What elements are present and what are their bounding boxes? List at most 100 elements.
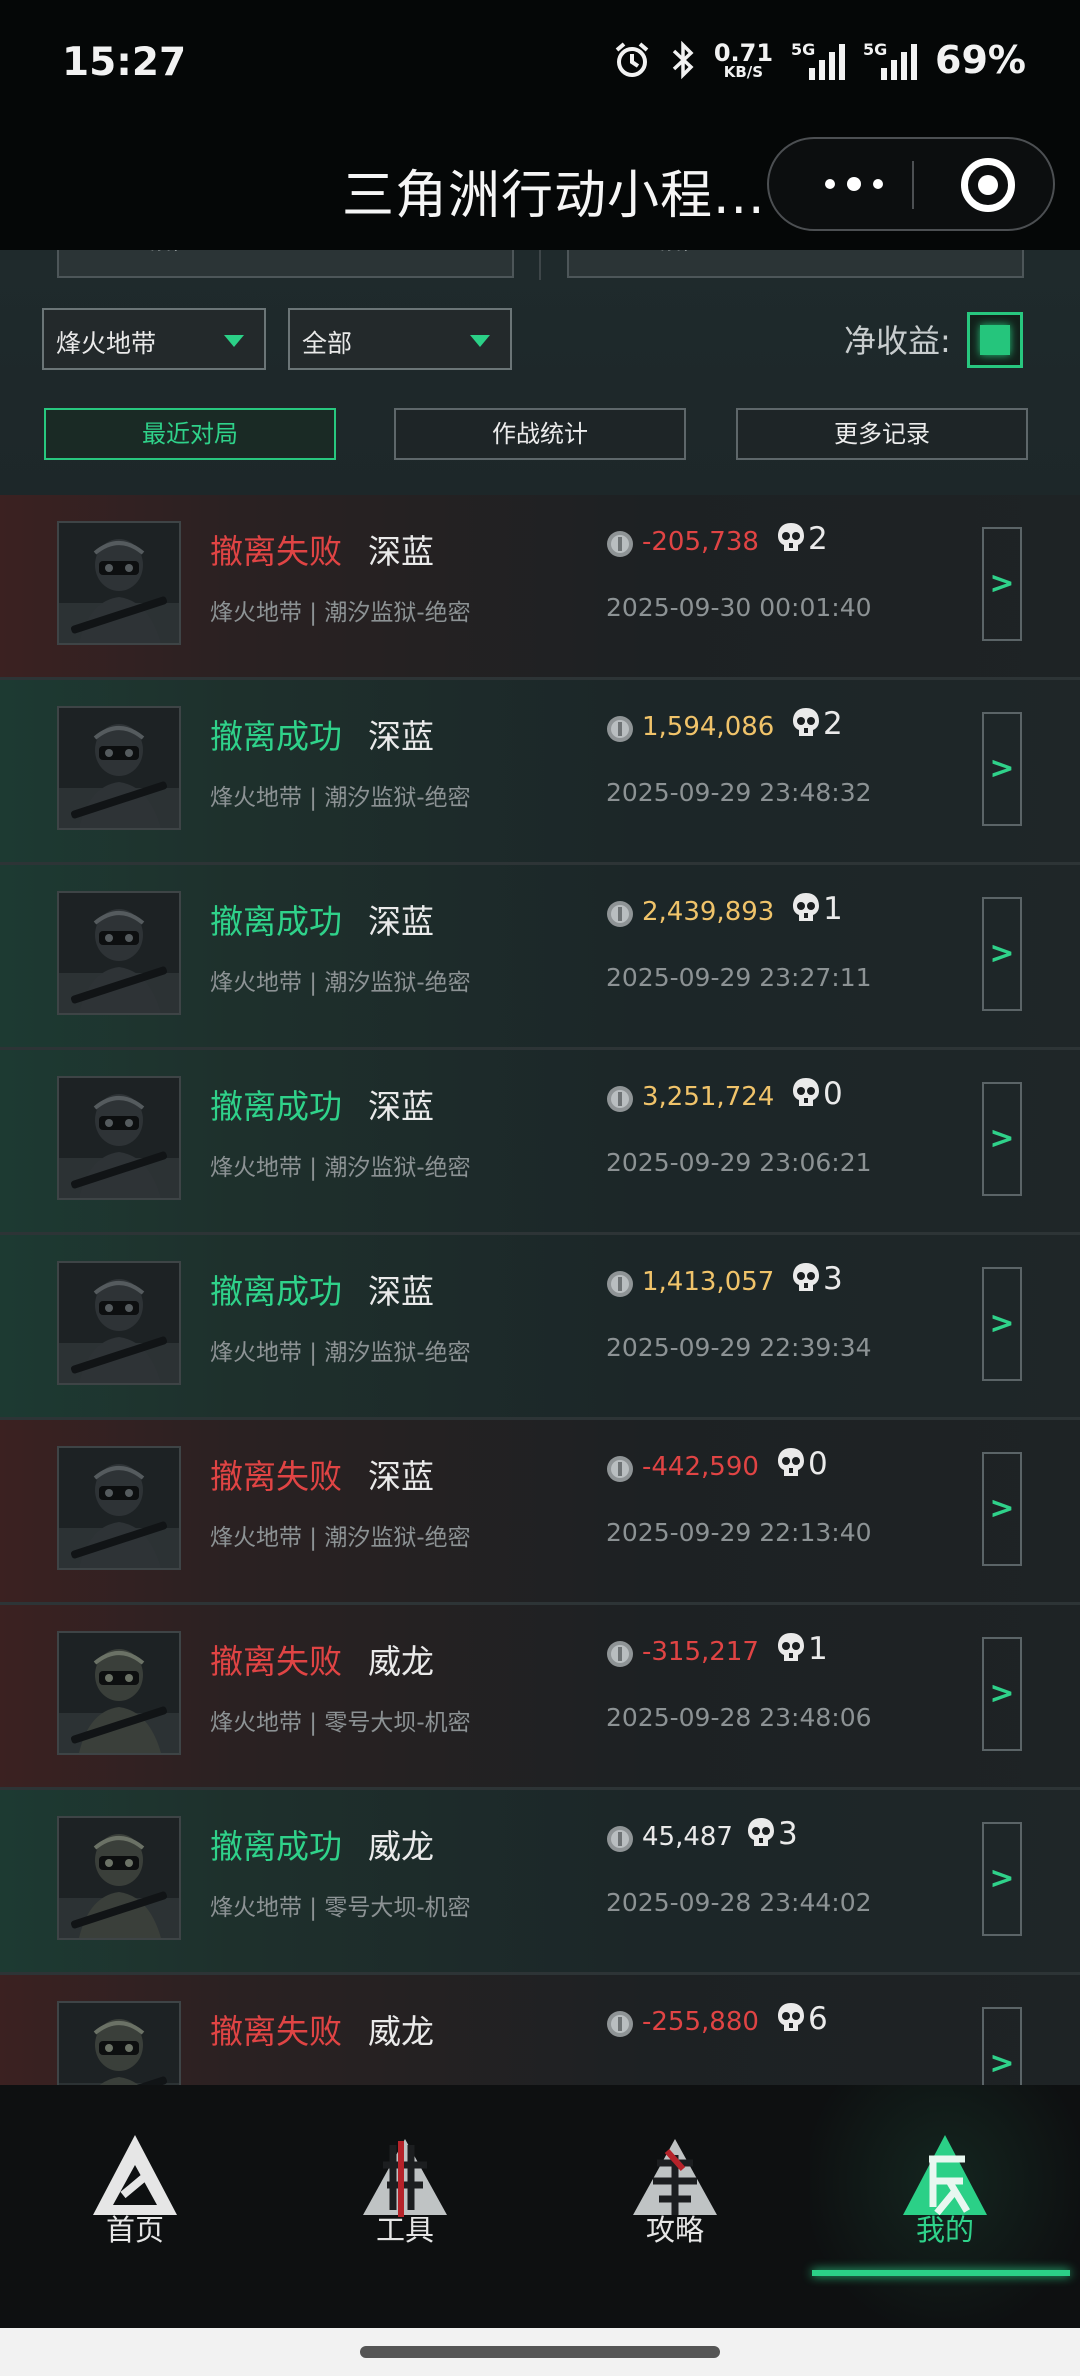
home-indicator[interactable] — [360, 2346, 720, 2358]
match-detail-button[interactable]: > — [982, 1637, 1022, 1751]
net-income-checkbox[interactable] — [967, 312, 1023, 368]
extraction-result: 撤离成功 — [210, 717, 342, 756]
skull-icon — [791, 706, 821, 740]
tab-more-records[interactable]: 更多记录 — [736, 408, 1028, 460]
match-detail-button[interactable]: > — [982, 2007, 1022, 2085]
coin-icon — [606, 1270, 634, 1298]
rank-divider — [539, 250, 541, 280]
tab-combat-stats[interactable]: 作战统计 — [394, 408, 686, 460]
nav-item-profile[interactable]: 我的 — [810, 2085, 1080, 2328]
bottom-navigation: 首页 工具 攻略 我的 — [0, 2085, 1080, 2328]
match-row[interactable]: 撤离成功 威龙 烽火地带 | 零号大坝-机密 45,487 3 2025-09-… — [0, 1790, 1080, 1975]
net-income-value: 3,251,724 — [642, 1082, 775, 1112]
operator-name: 威龙 — [368, 1827, 434, 1866]
match-detail-button[interactable]: > — [982, 1452, 1022, 1566]
operator-avatar — [57, 1446, 181, 1570]
match-timestamp: 2025-09-29 23:27:11 — [606, 963, 872, 992]
match-detail-button[interactable]: > — [982, 712, 1022, 826]
nav-label: 我的 — [915, 2213, 974, 2247]
match-row[interactable]: 撤离成功 深蓝 烽火地带 | 潮汐监狱-绝密 2,439,893 1 2025-… — [0, 865, 1080, 1050]
net-income-value: 2,439,893 — [642, 897, 775, 927]
tab-recent-matches[interactable]: 最近对局 — [44, 408, 336, 460]
match-timestamp: 2025-09-28 23:48:06 — [606, 1703, 872, 1732]
scope-filter-select[interactable]: 全部 — [288, 308, 512, 370]
operator-name: 深蓝 — [368, 1272, 434, 1311]
match-timestamp: 2025-09-28 23:44:02 — [606, 1888, 872, 1917]
net-income-value: 1,594,086 — [642, 712, 775, 742]
miniprogram-capsule — [767, 137, 1055, 231]
map-info: 烽火地带 | 潮汐监狱-绝密 — [210, 970, 471, 996]
operator-avatar — [57, 1076, 181, 1200]
operator-avatar — [57, 891, 181, 1015]
coin-icon — [606, 530, 634, 558]
operator-avatar — [57, 706, 181, 830]
kill-count: 3 — [823, 1261, 843, 1297]
operator-name: 深蓝 — [368, 1457, 434, 1496]
active-tab-indicator — [812, 2270, 1070, 2276]
net-income-value: -255,880 — [642, 2007, 759, 2037]
operator-avatar — [57, 1261, 181, 1385]
match-timestamp: 2025-09-29 23:48:32 — [606, 778, 872, 807]
extraction-result: 撤离失败 — [210, 532, 342, 571]
rank-card-left-label: 段位 — [149, 250, 193, 256]
map-info: 烽火地带 | 潮汐监狱-绝密 — [210, 1340, 471, 1366]
match-row[interactable]: 撤离成功 深蓝 烽火地带 | 潮汐监狱-绝密 3,251,724 0 2025-… — [0, 1050, 1080, 1235]
network-speed-unit: KB/S — [723, 62, 764, 81]
extraction-result: 撤离成功 — [210, 902, 342, 941]
operator-avatar — [57, 1631, 181, 1755]
skull-icon — [776, 1631, 806, 1665]
scope-filter-value: 全部 — [302, 329, 353, 358]
net-income-value: -442,590 — [642, 1452, 759, 1482]
match-detail-button[interactable]: > — [982, 527, 1022, 641]
bluetooth-icon — [670, 40, 696, 80]
skull-icon — [791, 1261, 821, 1295]
chevron-down-icon — [224, 335, 244, 347]
signal-5g-icon-2: 5G — [863, 40, 918, 80]
match-detail-button[interactable]: > — [982, 1082, 1022, 1196]
close-miniprogram-button[interactable] — [961, 158, 1015, 212]
coin-icon — [606, 715, 634, 743]
skull-icon — [776, 1446, 806, 1480]
operator-name: 深蓝 — [368, 532, 434, 571]
rank-cards-partial: 段位 段位 — [0, 250, 1080, 280]
match-detail-button[interactable]: > — [982, 1822, 1022, 1936]
mode-filter-select[interactable]: 烽火地带 — [42, 308, 266, 370]
match-detail-button[interactable]: > — [982, 897, 1022, 1011]
nav-item-home[interactable]: 首页 — [0, 2085, 270, 2328]
network-speed-value: 0.71 — [713, 38, 774, 67]
match-timestamp: 2025-09-29 22:13:40 — [606, 1518, 872, 1547]
operator-name: 威龙 — [368, 1642, 434, 1681]
match-row[interactable]: 撤离失败 威龙 烽火地带 | 零号大坝-机密 -315,217 1 2025-0… — [0, 1605, 1080, 1790]
nav-label: 工具 — [375, 2213, 434, 2247]
match-row[interactable]: 撤离失败 威龙 -255,880 6 > — [0, 1975, 1080, 2085]
operator-avatar — [57, 1816, 181, 1940]
mode-filter-value: 烽火地带 — [56, 329, 157, 358]
coin-icon — [606, 1455, 634, 1483]
match-row[interactable]: 撤离成功 深蓝 烽火地带 | 潮汐监狱-绝密 1,413,057 3 2025-… — [0, 1235, 1080, 1420]
net-income-value: -205,738 — [642, 527, 759, 557]
rank-card-right[interactable]: 段位 — [567, 250, 1024, 278]
rank-card-left[interactable]: 段位 — [57, 250, 514, 278]
match-timestamp: 2025-09-29 23:06:21 — [606, 1148, 872, 1177]
chevron-down-icon — [470, 335, 490, 347]
map-info: 烽火地带 | 零号大坝-机密 — [210, 1895, 471, 1921]
match-row[interactable]: 撤离成功 深蓝 烽火地带 | 潮汐监狱-绝密 1,594,086 2 2025-… — [0, 680, 1080, 865]
capsule-divider — [912, 161, 914, 209]
kill-count: 1 — [823, 891, 843, 927]
battery-level: 69% — [935, 38, 1026, 82]
match-detail-button[interactable]: > — [982, 1267, 1022, 1381]
signal-5g-icon-1: 5G — [791, 40, 846, 80]
coin-icon — [606, 1825, 634, 1853]
nav-item-tools[interactable]: 工具 — [270, 2085, 540, 2328]
extraction-result: 撤离成功 — [210, 1087, 342, 1126]
more-menu-button[interactable] — [807, 167, 901, 201]
nav-item-guide[interactable]: 攻略 — [540, 2085, 810, 2328]
operator-avatar — [57, 2001, 181, 2085]
match-row[interactable]: 撤离失败 深蓝 烽火地带 | 潮汐监狱-绝密 -205,738 2 2025-0… — [0, 495, 1080, 680]
kill-count: 6 — [808, 2001, 828, 2037]
operator-name: 威龙 — [368, 2012, 434, 2051]
match-row[interactable]: 撤离失败 深蓝 烽火地带 | 潮汐监狱-绝密 -442,590 0 2025-0… — [0, 1420, 1080, 1605]
operator-name: 深蓝 — [368, 1087, 434, 1126]
operator-name: 深蓝 — [368, 717, 434, 756]
kill-count: 2 — [808, 521, 828, 557]
